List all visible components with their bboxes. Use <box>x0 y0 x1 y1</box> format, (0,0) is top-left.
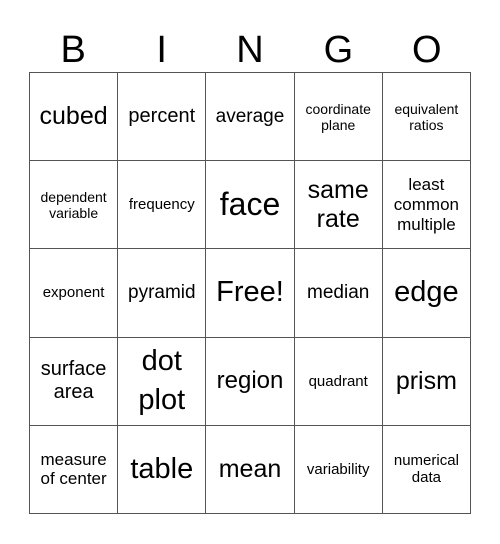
bingo-cell[interactable]: dependent variable <box>30 161 119 250</box>
bingo-cell[interactable]: prism <box>382 337 471 426</box>
header-letter-n: N <box>236 29 264 71</box>
bingo-cell[interactable]: median <box>294 249 383 338</box>
bingo-cell[interactable]: percent <box>118 73 207 162</box>
header-letter-g: G <box>323 29 354 71</box>
bingo-cell[interactable]: edge <box>382 249 471 338</box>
bingo-cell[interactable]: same rate <box>294 161 383 250</box>
bingo-cell[interactable]: frequency <box>118 161 207 250</box>
header-letter-o: O <box>412 29 442 71</box>
free-space-cell[interactable]: Free! <box>206 249 295 338</box>
bingo-cell[interactable]: exponent <box>30 249 119 338</box>
bingo-cell[interactable]: pyramid <box>118 249 207 338</box>
bingo-cell[interactable]: variability <box>294 425 383 514</box>
bingo-cell[interactable]: measure of center <box>30 425 119 514</box>
header-letter-b: B <box>60 29 86 71</box>
bingo-cell[interactable]: table <box>118 425 207 514</box>
header-letter-i: I <box>156 29 167 71</box>
bingo-cell[interactable]: coordinate plane <box>294 73 383 162</box>
bingo-cell[interactable]: least common multiple <box>382 161 471 250</box>
bingo-cell[interactable]: surface area <box>30 337 119 426</box>
bingo-cell[interactable]: numerical data <box>382 425 471 514</box>
bingo-cell[interactable]: mean <box>206 425 295 514</box>
bingo-cell[interactable]: average <box>206 73 295 162</box>
bingo-cell[interactable]: region <box>206 337 295 426</box>
bingo-cell[interactable]: quadrant <box>294 337 383 426</box>
bingo-cell[interactable]: dot plot <box>118 337 207 426</box>
bingo-cell[interactable]: equivalent ratios <box>382 73 471 162</box>
bingo-cell[interactable]: cubed <box>30 73 119 162</box>
bingo-header: B I N G O <box>29 28 471 72</box>
bingo-board: cubed percent average coordinate plane e… <box>29 72 471 514</box>
bingo-cell[interactable]: face <box>206 161 295 250</box>
